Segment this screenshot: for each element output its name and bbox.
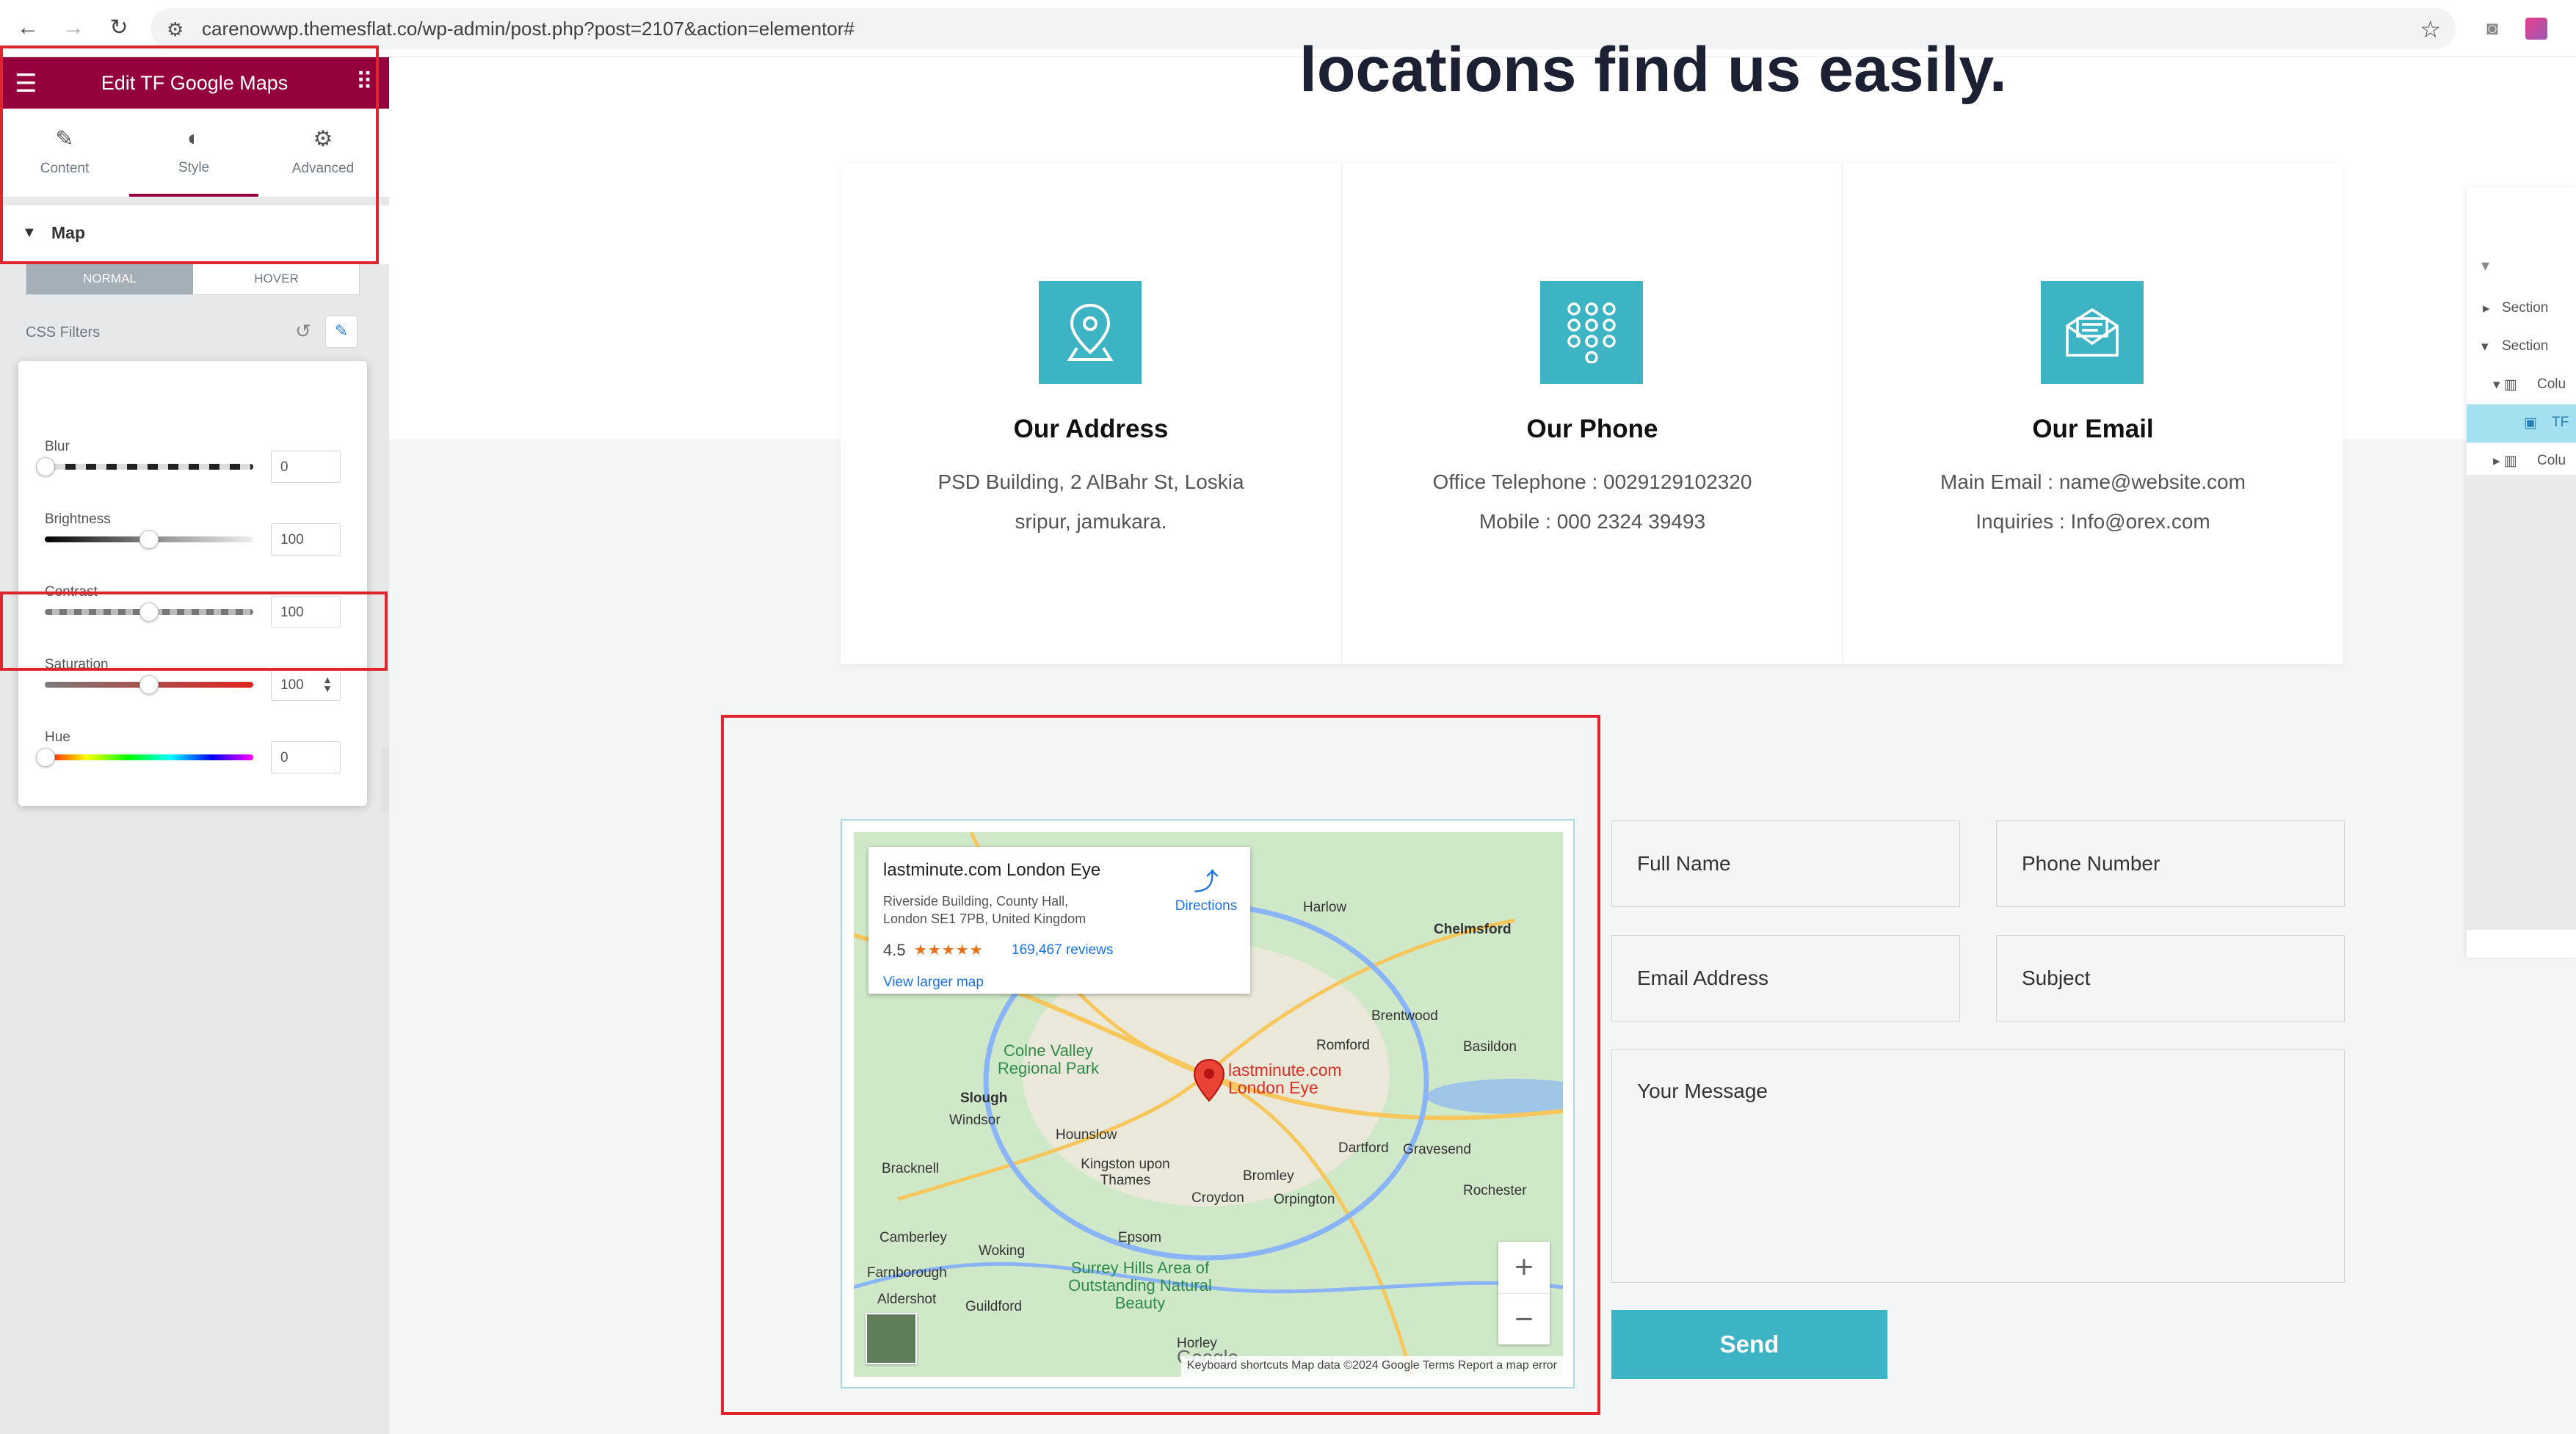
envelope-icon — [2041, 281, 2144, 384]
navigator-panel: ▾ ▸ Section ▾ Section ▾ ▥ Colu ▣ TF ▸ ▥ Colu — [2467, 187, 2576, 958]
message-textarea[interactable]: Your Message — [1611, 1049, 2345, 1283]
filter-brightness: Brightness 100 — [18, 512, 367, 585]
navigator-item-section[interactable]: ▸ Section — [2467, 290, 2576, 328]
highlight-box-saturation — [0, 592, 388, 671]
brightness-input[interactable]: 100 — [271, 523, 341, 556]
filter-blur: Blur 0 — [18, 439, 367, 512]
browser-toolbar: ← → ↻ ⚙ carenowwp.themesflat.co/wp-admin… — [0, 0, 2576, 57]
hue-slider[interactable] — [45, 754, 253, 760]
site-settings-icon[interactable]: ⚙ — [167, 18, 184, 41]
map-widget-icon: ▣ — [2524, 415, 2537, 431]
phone-number-input[interactable]: Phone Number — [1996, 820, 2345, 907]
blur-slider[interactable] — [45, 464, 253, 470]
hue-label: Hue — [45, 729, 70, 745]
blur-slider-handle[interactable] — [36, 457, 55, 476]
blur-label: Blur — [45, 439, 70, 454]
forward-arrow-icon[interactable]: → — [59, 13, 88, 43]
state-normal[interactable]: NORMAL — [26, 263, 193, 294]
card-line: Office Telephone : 0029129102320 — [1432, 470, 1752, 493]
back-arrow-icon[interactable]: ← — [13, 13, 43, 43]
keypad-icon — [1540, 281, 1643, 384]
saturation-value: 100 — [280, 677, 304, 693]
location-pin-icon — [1039, 281, 1142, 384]
navigator-item-section[interactable]: ▾ Section — [2467, 328, 2576, 366]
url-text[interactable]: carenowwp.themesflat.co/wp-admin/post.ph… — [202, 18, 855, 40]
send-button[interactable]: Send — [1611, 1310, 1887, 1379]
card-line: Mobile : 000 2324 39493 — [1479, 510, 1706, 533]
navigator-item-label: Section — [2502, 338, 2549, 354]
contact-cards: Our Address PSD Building, 2 AlBahr St, L… — [841, 164, 2343, 664]
camera-icon[interactable]: ◙ — [2478, 13, 2507, 43]
spinner-arrows-icon[interactable]: ▲ ▼ — [322, 674, 333, 694]
state-hover[interactable]: HOVER — [193, 263, 360, 294]
brightness-label: Brightness — [45, 512, 111, 527]
page-heading: locations find us easily. — [1299, 34, 2007, 105]
navigator-item-label: TF — [2552, 415, 2569, 430]
highlight-box-map — [721, 715, 1600, 1415]
saturation-input[interactable]: 100 ▲ ▼ — [271, 669, 341, 701]
card-title: Our Email — [2032, 415, 2154, 443]
card-email: Our Email Main Email : name@website.com … — [1842, 164, 2343, 664]
card-address: Our Address PSD Building, 2 AlBahr St, L… — [841, 164, 1341, 664]
navigator-empty-area — [2467, 475, 2576, 930]
highlight-box-panel-header — [0, 46, 379, 264]
card-line: Inquiries : Info@orex.com — [1975, 510, 2210, 533]
card-title: Our Address — [1013, 415, 1169, 443]
full-name-input[interactable]: Full Name — [1611, 820, 1960, 907]
profile-avatar[interactable] — [2525, 18, 2547, 40]
card-line: PSD Building, 2 AlBahr St, Loskia — [937, 470, 1244, 493]
state-switch: NORMAL HOVER — [26, 263, 360, 295]
collapse-icon[interactable]: ▾ — [2481, 256, 2489, 275]
email-address-input[interactable]: Email Address — [1611, 935, 1960, 1022]
navigator-item-label: Colu — [2537, 453, 2566, 468]
brightness-slider-handle[interactable] — [139, 530, 159, 549]
saturation-slider-handle[interactable] — [139, 675, 159, 694]
css-filters-popover: Blur 0 Brightness 100 Contrast 100 Satur… — [18, 361, 367, 806]
bookmark-star-icon[interactable]: ☆ — [2420, 15, 2441, 43]
card-title: Our Phone — [1526, 415, 1658, 443]
pencil-icon: ✎ — [334, 321, 349, 340]
hue-slider-handle[interactable] — [36, 748, 55, 767]
edit-filters-button[interactable]: ✎ — [325, 316, 358, 348]
card-line: Main Email : name@website.com — [1940, 470, 2246, 493]
reset-icon[interactable]: ↺ — [295, 320, 311, 343]
blur-input[interactable]: 0 — [271, 451, 341, 483]
subject-input[interactable]: Subject — [1996, 935, 2345, 1022]
navigator-item-label: Colu — [2537, 376, 2566, 392]
filter-hue: Hue 0 — [18, 729, 367, 803]
navigator-item-label: Section — [2502, 300, 2549, 316]
hue-input[interactable]: 0 — [271, 741, 341, 774]
navigator-item-widget[interactable]: ▣ TF — [2467, 404, 2576, 443]
css-filters-label: CSS Filters — [26, 324, 101, 341]
reload-icon[interactable]: ↻ — [104, 13, 134, 43]
card-phone: Our Phone Office Telephone : 00291291023… — [1341, 164, 1842, 664]
navigator-item-column[interactable]: ▾ ▥ Colu — [2467, 366, 2576, 404]
card-line: sripur, jamukara. — [1015, 510, 1167, 533]
